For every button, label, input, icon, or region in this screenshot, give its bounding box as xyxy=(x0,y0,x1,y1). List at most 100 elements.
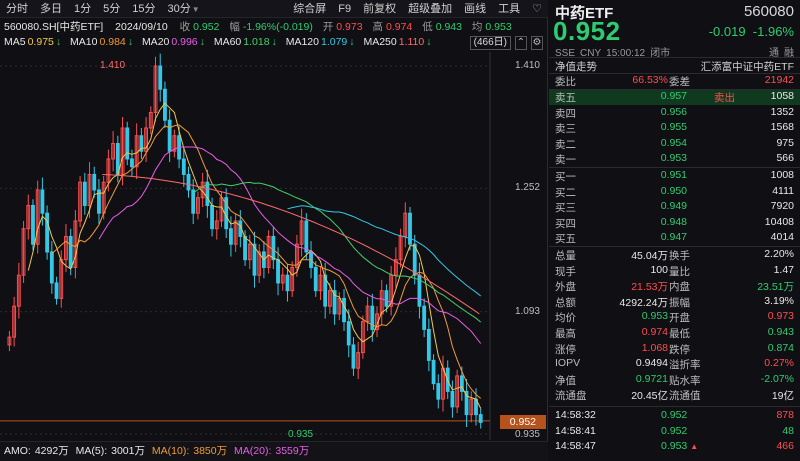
stat-value: 0.9721 xyxy=(635,372,668,385)
stat-label: 跌停 xyxy=(669,343,690,356)
candle-body xyxy=(346,321,351,346)
tick-price-value: 0.953 xyxy=(661,440,688,453)
y-tick-2: 1.252 xyxy=(514,182,540,193)
amo-label: AMO: xyxy=(4,445,31,457)
button-draw[interactable]: 画线 xyxy=(458,0,492,18)
candle-body xyxy=(450,390,455,408)
security-code: 560080 xyxy=(743,3,794,20)
change-pct: -1.96% xyxy=(752,24,794,39)
button-overlay[interactable]: 超级叠加 xyxy=(402,0,458,18)
ask-volume: 1352 xyxy=(770,105,794,118)
tab-1min[interactable]: 1分 xyxy=(68,0,97,18)
tick-row: 14:58:41 0.952 48 xyxy=(549,425,800,440)
candle-body xyxy=(384,290,389,307)
stat-label: 量比 xyxy=(669,265,690,278)
tab-nav-trend[interactable]: 净值走势 xyxy=(555,59,597,74)
tab-15min[interactable]: 15分 xyxy=(126,0,161,18)
bid-row[interactable]: 买五 0.947 4014 xyxy=(549,231,800,246)
bid-level-label: 买四 xyxy=(555,217,576,230)
stat-label: 均价 xyxy=(555,312,576,325)
stat-value: 0.973 xyxy=(767,310,794,323)
button-f9[interactable]: F9 xyxy=(332,0,357,18)
candle-body xyxy=(82,181,87,206)
ask-volume: 1568 xyxy=(770,121,794,134)
ask-level-label: 卖一 xyxy=(555,154,576,167)
ask-row[interactable]: 卖一 0.953 566 xyxy=(549,152,800,167)
ask-row[interactable]: 卖四 0.956 1352 xyxy=(549,106,800,121)
tick-time: 14:58:41 xyxy=(555,424,596,437)
ask-level-label: 卖五 xyxy=(555,92,576,104)
button-adjust[interactable]: 前复权 xyxy=(357,0,402,18)
vol-ma10-value: 3850万 xyxy=(193,445,228,457)
ma60-arrow: ↓ xyxy=(271,36,277,48)
tab-30min-label: 30分 xyxy=(167,2,191,15)
stat-value: 0.943 xyxy=(767,326,794,338)
bid-price: 0.950 xyxy=(660,184,687,197)
ask-price: 0.953 xyxy=(660,152,687,165)
button-tools[interactable]: 工具 xyxy=(492,0,526,18)
y-tick-3: 1.093 xyxy=(514,306,540,317)
stat-label: 振幅 xyxy=(669,296,690,309)
stats-row: IOPV 0.9494 溢折率 0.27% xyxy=(549,357,800,372)
bid-volume: 4014 xyxy=(770,231,794,244)
arrow-up-icon: ▲ xyxy=(690,442,699,452)
quote-panel: 中药ETF 560080 0.952 -0.019 -1.96% SSE CNY 1… xyxy=(549,0,800,461)
vol-ma5-value: 3001万 xyxy=(111,445,145,457)
candle-body xyxy=(271,235,276,261)
avg-label: 均 xyxy=(471,21,483,33)
tab-30min[interactable]: 30分▼ xyxy=(162,0,206,18)
stat-value: 19亿 xyxy=(771,390,794,403)
candle-body xyxy=(370,305,375,330)
candle-body xyxy=(205,181,210,206)
candle-body xyxy=(408,212,412,245)
ma120-label: MA120 xyxy=(285,36,319,48)
ask-row[interactable]: 卖三 0.955 1568 xyxy=(549,121,800,136)
button-overview[interactable]: 综合屏 xyxy=(287,0,332,18)
tab-multiday[interactable]: 多日 xyxy=(34,0,68,18)
bid-row[interactable]: 买三 0.949 7920 xyxy=(549,200,800,215)
bid-row[interactable]: 买二 0.950 4111 xyxy=(549,185,800,200)
bid-price: 0.948 xyxy=(660,215,687,228)
high-value: 0.974 xyxy=(386,21,413,33)
bid-price: 0.951 xyxy=(660,169,687,181)
ma-legend: MA5 0.975 ↓ MA10 0.984 ↓ MA20 0.996 ↓ MA60 1.01… xyxy=(4,36,548,51)
ma5-label: MA5 xyxy=(4,36,26,48)
stats-row: 流通盘 20.45亿 流通值 19亿 xyxy=(549,388,800,403)
change-value: -0.019 xyxy=(708,24,746,39)
bid-level-label: 买五 xyxy=(555,233,576,246)
tick-price-value: 0.952 xyxy=(661,409,688,421)
days-count-badge[interactable]: (466日) xyxy=(469,36,511,50)
tick-volume: 48 xyxy=(782,424,794,437)
ask-row[interactable]: 卖二 0.954 975 xyxy=(549,137,800,152)
bid-row[interactable]: 买四 0.948 10408 xyxy=(549,216,800,231)
ask-level-label: 卖三 xyxy=(555,123,576,136)
ma10-value: 0.984 xyxy=(99,36,126,48)
stat-label: 贴水率 xyxy=(669,374,701,387)
weibi-value: 66.53% xyxy=(632,74,668,86)
candlestick-plot[interactable]: 1.410 1.252 1.093 0.935 1.410 0.935 0.95… xyxy=(0,52,548,440)
gear-icon[interactable]: ⚙ xyxy=(531,36,543,50)
ask-price: 0.954 xyxy=(660,136,687,149)
candle-body xyxy=(186,173,191,191)
ask-row[interactable]: 卖五 0.957 卖出 1058 xyxy=(549,90,800,106)
stat-value: 4292.24万 xyxy=(619,296,668,309)
bid-volume: 7920 xyxy=(770,200,794,213)
sell-button[interactable]: 卖出 xyxy=(714,90,735,105)
tick-row: 14:58:47 0.953 ▲ 466 xyxy=(549,440,800,455)
candle-body xyxy=(412,243,417,276)
bid-row[interactable]: 买一 0.951 1008 xyxy=(549,169,800,184)
tab-timeshare[interactable]: 分时 xyxy=(0,0,34,18)
close-value: 0.952 xyxy=(193,21,220,33)
chevron-up-icon[interactable]: ⌃ xyxy=(515,36,527,50)
avg-value: 0.953 xyxy=(485,21,512,33)
vol-ma20-label: MA(20): xyxy=(234,445,272,457)
stat-label: 涨停 xyxy=(555,343,576,356)
tab-5min[interactable]: 5分 xyxy=(97,0,126,18)
candle-body xyxy=(436,383,441,400)
stat-value: 0.9494 xyxy=(635,357,668,370)
heart-icon[interactable]: ♡ xyxy=(526,0,548,18)
stat-value: 0.953 xyxy=(641,310,668,323)
bid-volume: 1008 xyxy=(770,169,794,181)
stats-row: 外盘 21.53万 内盘 23.51万 xyxy=(549,279,800,294)
ma20-value: 0.996 xyxy=(171,36,198,48)
